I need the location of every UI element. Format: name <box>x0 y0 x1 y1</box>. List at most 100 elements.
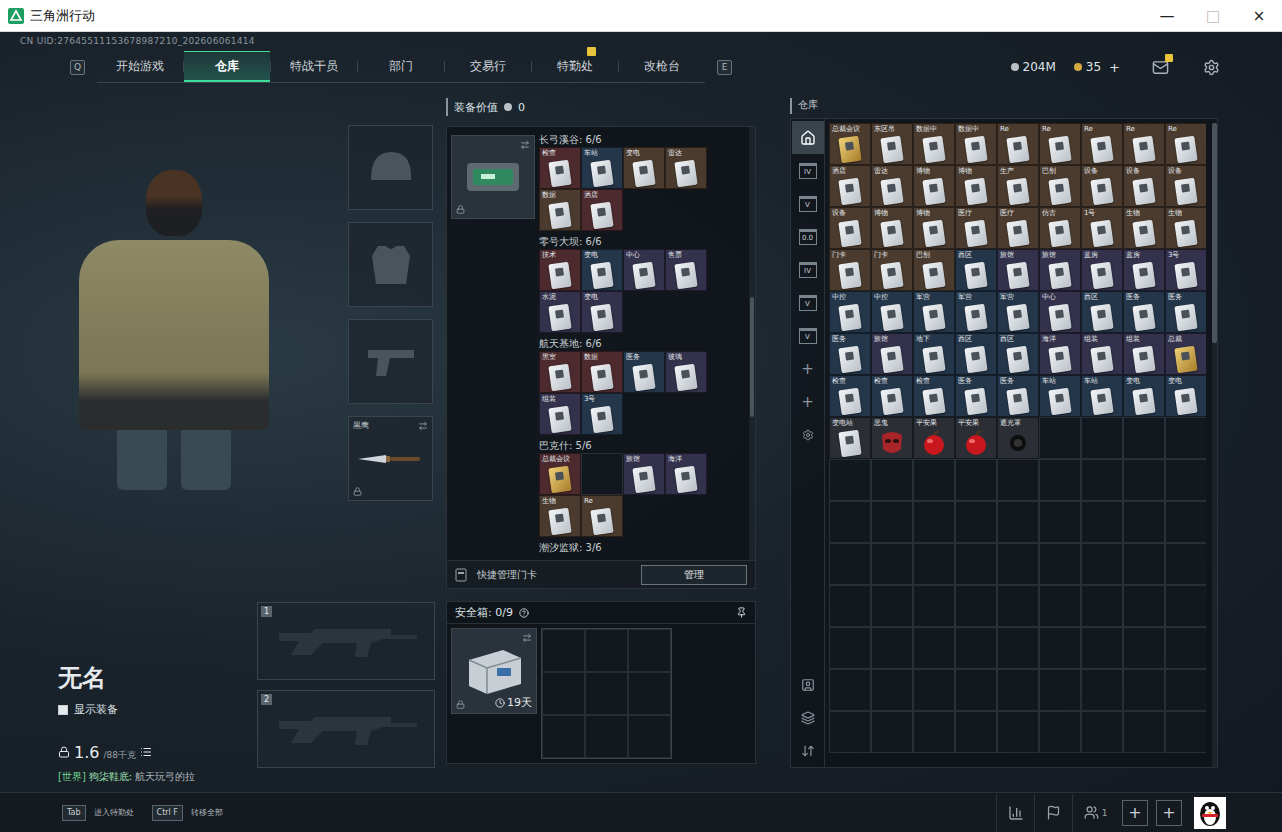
warehouse-empty-cell[interactable] <box>1039 669 1081 711</box>
keycard-item[interactable]: 变电 <box>581 291 623 333</box>
warehouse-empty-cell[interactable] <box>955 711 997 753</box>
warehouse-item[interactable]: 医务 <box>997 375 1039 417</box>
warehouse-item[interactable]: Re <box>1039 123 1081 165</box>
warehouse-empty-cell[interactable] <box>1039 459 1081 501</box>
key-hint[interactable]: Ctrl F转移全部 <box>152 805 223 821</box>
keycard-item[interactable]: 车站 <box>581 147 623 189</box>
safebox-slot[interactable] <box>542 629 585 672</box>
warehouse-item[interactable]: 西区 <box>955 249 997 291</box>
warehouse-empty-cell[interactable] <box>829 585 871 627</box>
warehouse-empty-cell[interactable] <box>1165 669 1206 711</box>
warehouse-item[interactable]: 军营 <box>955 291 997 333</box>
warehouse-empty-cell[interactable] <box>1123 417 1165 459</box>
keycard-item[interactable]: 数据 <box>581 351 623 393</box>
warehouse-side-tab[interactable]: + <box>792 385 824 418</box>
warehouse-item[interactable]: 组装 <box>1081 333 1123 375</box>
keycard-item[interactable]: 数据 <box>539 189 581 231</box>
warehouse-item[interactable]: 组装 <box>1123 333 1165 375</box>
warehouse-side-tab[interactable] <box>792 121 824 154</box>
add-currency-button[interactable]: + <box>1109 60 1120 75</box>
keycard-item[interactable]: 技术 <box>539 249 581 291</box>
warehouse-empty-cell[interactable] <box>1081 627 1123 669</box>
settings-button[interactable] <box>1203 59 1220 76</box>
warehouse-item[interactable]: 巴别 <box>1039 165 1081 207</box>
keycard-item[interactable]: 中心 <box>623 249 665 291</box>
warehouse-tool[interactable] <box>792 668 824 701</box>
warehouse-item[interactable]: 西区 <box>997 333 1039 375</box>
warehouse-empty-cell[interactable] <box>871 711 913 753</box>
window-control-button[interactable]: □ <box>1190 0 1236 31</box>
nav-tab[interactable]: 仓库 <box>184 51 270 82</box>
warehouse-empty-cell[interactable] <box>1165 711 1206 753</box>
warehouse-item[interactable]: 恶鬼 <box>871 417 913 459</box>
warehouse-empty-cell[interactable] <box>955 543 997 585</box>
warehouse-empty-cell[interactable] <box>997 711 1039 753</box>
warehouse-item[interactable]: 设备 <box>1165 165 1206 207</box>
warehouse-item[interactable]: 雷达 <box>871 165 913 207</box>
warehouse-empty-cell[interactable] <box>1081 585 1123 627</box>
warehouse-empty-cell[interactable] <box>997 585 1039 627</box>
warehouse-empty-cell[interactable] <box>1123 501 1165 543</box>
warehouse-item[interactable]: 医务 <box>829 333 871 375</box>
warehouse-item[interactable]: 地下 <box>913 333 955 375</box>
warehouse-empty-cell[interactable] <box>1039 711 1081 753</box>
warehouse-empty-cell[interactable] <box>955 585 997 627</box>
warehouse-item[interactable]: 变电 <box>1165 375 1206 417</box>
warehouse-scrollbar[interactable] <box>1212 123 1217 767</box>
keycard-item[interactable]: 售票 <box>665 249 707 291</box>
warehouse-empty-cell[interactable] <box>913 501 955 543</box>
warehouse-side-tab[interactable]: V <box>792 319 824 352</box>
warehouse-empty-cell[interactable] <box>829 459 871 501</box>
safebox-slot[interactable] <box>542 715 585 758</box>
swap-button[interactable] <box>522 633 532 643</box>
warehouse-item[interactable]: 蓝房 <box>1123 249 1165 291</box>
warehouse-item[interactable]: 西区 <box>955 333 997 375</box>
warehouse-item[interactable]: 总裁会议 <box>829 123 871 165</box>
keycard-item[interactable]: Re <box>581 495 623 537</box>
warehouse-empty-cell[interactable] <box>1123 669 1165 711</box>
warehouse-item[interactable]: 医务 <box>1123 291 1165 333</box>
keycard-item[interactable]: 旅馆 <box>623 453 665 495</box>
warehouse-item[interactable]: 总裁 <box>1165 333 1206 375</box>
warehouse-side-tab[interactable]: + <box>792 352 824 385</box>
warehouse-item[interactable]: 酒店 <box>829 165 871 207</box>
warehouse-empty-cell[interactable] <box>1123 627 1165 669</box>
safebox-slot[interactable] <box>585 715 628 758</box>
warehouse-empty-cell[interactable] <box>997 669 1039 711</box>
warehouse-item[interactable]: 车站 <box>1039 375 1081 417</box>
keycard-item[interactable]: 玻璃 <box>665 351 707 393</box>
warehouse-empty-cell[interactable] <box>829 543 871 585</box>
warehouse-item[interactable]: 医务 <box>1165 291 1206 333</box>
warehouse-empty-cell[interactable] <box>913 627 955 669</box>
nav-tab[interactable]: 改枪台 <box>619 51 705 82</box>
warehouse-empty-cell[interactable] <box>913 585 955 627</box>
warehouse-item[interactable]: 中控 <box>829 291 871 333</box>
warehouse-item[interactable]: 生物 <box>1123 207 1165 249</box>
nav-tab[interactable]: 开始游戏 <box>97 51 183 82</box>
warehouse-side-tab[interactable] <box>792 418 824 451</box>
warehouse-item[interactable]: 变电 <box>1123 375 1165 417</box>
warehouse-item[interactable]: 生物 <box>1165 207 1206 249</box>
warehouse-item[interactable]: 巴别 <box>913 249 955 291</box>
nav-tab[interactable]: 交易行 <box>445 51 531 82</box>
keycard-item[interactable]: 雷达 <box>665 147 707 189</box>
warehouse-item[interactable]: 东区吊 <box>871 123 913 165</box>
pin-icon[interactable] <box>736 607 747 618</box>
warehouse-empty-cell[interactable] <box>871 543 913 585</box>
keycard-item[interactable]: 海洋 <box>665 453 707 495</box>
warehouse-empty-cell[interactable] <box>1081 711 1123 753</box>
warehouse-item[interactable]: Re <box>1123 123 1165 165</box>
warehouse-item[interactable]: 博物 <box>913 207 955 249</box>
warehouse-empty-cell[interactable] <box>871 501 913 543</box>
warehouse-empty-cell[interactable] <box>871 459 913 501</box>
equipment-slot[interactable] <box>348 125 433 210</box>
warehouse-item[interactable]: 检查 <box>871 375 913 417</box>
stats-button[interactable] <box>996 794 1034 832</box>
warehouse-empty-cell[interactable] <box>1165 543 1206 585</box>
warehouse-item[interactable]: 中心 <box>1039 291 1081 333</box>
warehouse-item[interactable]: 博物 <box>871 207 913 249</box>
warehouse-empty-cell[interactable] <box>955 627 997 669</box>
keycard-item[interactable]: 总裁会议 <box>539 453 581 495</box>
warehouse-item[interactable]: 中控 <box>871 291 913 333</box>
warehouse-item[interactable]: 西区 <box>1081 291 1123 333</box>
